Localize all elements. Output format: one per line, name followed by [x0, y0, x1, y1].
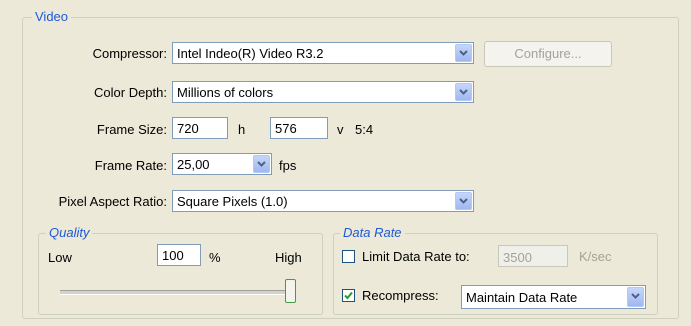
- frame-width-input[interactable]: 720: [172, 117, 228, 139]
- limit-data-rate-checkbox[interactable]: [342, 250, 355, 263]
- recompress-value: Maintain Data Rate: [466, 290, 578, 305]
- frame-height-unit: v: [337, 122, 344, 137]
- pixel-aspect-select[interactable]: Square Pixels (1.0): [172, 190, 474, 212]
- quality-unit: %: [209, 250, 221, 265]
- frame-rate-select[interactable]: 25,00: [172, 153, 272, 175]
- recompress-checkbox[interactable]: [342, 289, 355, 302]
- frame-width-value: 720: [177, 121, 199, 136]
- data-rate-group-title: Data Rate: [340, 226, 405, 240]
- quality-high-label: High: [275, 250, 302, 265]
- frame-height-value: 576: [275, 121, 297, 136]
- quality-value: 100: [162, 248, 184, 263]
- limit-data-rate-input[interactable]: 3500: [498, 245, 568, 267]
- limit-data-rate-unit: K/sec: [579, 249, 612, 264]
- chevron-down-icon[interactable]: [455, 83, 472, 101]
- compressor-value: Intel Indeo(R) Video R3.2: [177, 46, 324, 61]
- quality-slider-track[interactable]: [60, 290, 296, 295]
- frame-rate-label: Frame Rate:: [94, 158, 167, 173]
- color-depth-value: Millions of colors: [177, 85, 274, 100]
- quality-group-title: Quality: [46, 226, 93, 240]
- video-group-title: Video: [32, 10, 72, 24]
- compressor-select[interactable]: Intel Indeo(R) Video R3.2: [172, 42, 474, 64]
- frame-ratio: 5:4: [355, 122, 374, 137]
- quality-slider-thumb[interactable]: [285, 279, 296, 303]
- chevron-down-icon[interactable]: [455, 44, 472, 62]
- recompress-select[interactable]: Maintain Data Rate: [461, 285, 646, 309]
- limit-data-rate-label: Limit Data Rate to:: [362, 249, 470, 264]
- frame-height-input[interactable]: 576: [270, 117, 328, 139]
- frame-width-unit: h: [238, 122, 246, 137]
- frame-size-label: Frame Size:: [96, 122, 167, 137]
- quality-low-label: Low: [48, 250, 72, 265]
- pixel-aspect-value: Square Pixels (1.0): [177, 194, 288, 209]
- pixel-aspect-label: Pixel Aspect Ratio:: [58, 194, 167, 209]
- color-depth-select[interactable]: Millions of colors: [172, 81, 474, 103]
- compressor-label: Compressor:: [92, 46, 167, 61]
- frame-rate-value: 25,00: [177, 157, 210, 172]
- configure-button[interactable]: Configure...: [484, 41, 612, 67]
- chevron-down-icon[interactable]: [253, 155, 270, 173]
- color-depth-label: Color Depth:: [94, 85, 167, 100]
- recompress-label: Recompress:: [362, 288, 439, 303]
- quality-input[interactable]: 100: [157, 244, 201, 266]
- limit-data-rate-value: 3500: [503, 250, 532, 265]
- checkmark-icon: [344, 291, 353, 300]
- chevron-down-icon[interactable]: [627, 287, 644, 307]
- frame-rate-unit: fps: [279, 158, 297, 173]
- chevron-down-icon[interactable]: [455, 192, 472, 210]
